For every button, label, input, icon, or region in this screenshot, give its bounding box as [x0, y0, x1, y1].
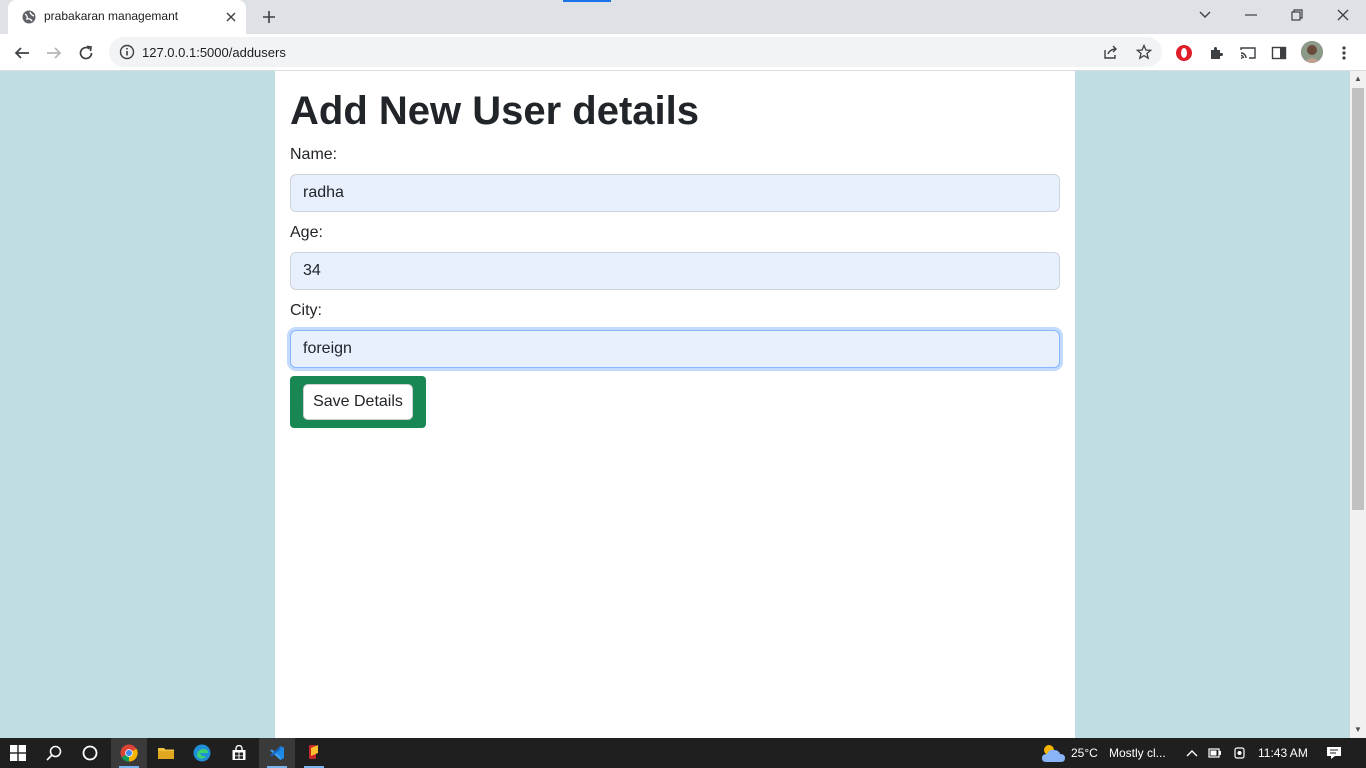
city-input[interactable]	[290, 330, 1060, 368]
weather-icon[interactable]	[1040, 742, 1066, 764]
vscode-icon[interactable]	[259, 738, 295, 768]
cortana-icon[interactable]	[72, 738, 108, 768]
page-title: Add New User details	[290, 89, 700, 133]
save-details-button[interactable]: Save Details	[303, 384, 413, 420]
save-button-wrapper: Save Details	[290, 376, 426, 428]
tab-strip: prabakaran managemant	[0, 0, 1366, 34]
browser-toolbar: 127.0.0.1:5000/addusers	[0, 34, 1366, 71]
search-icon[interactable]	[36, 738, 72, 768]
cast-icon[interactable]	[1234, 39, 1262, 67]
scroll-up-arrow-icon[interactable]: ▲	[1354, 75, 1362, 83]
notification-icon[interactable]	[1326, 745, 1342, 761]
chevron-up-icon[interactable]	[1184, 745, 1200, 761]
star-icon[interactable]	[1134, 42, 1154, 62]
age-input[interactable]	[290, 252, 1060, 290]
tab-search-chevron-icon[interactable]	[1182, 0, 1228, 30]
weather-description[interactable]: Mostly cl...	[1109, 746, 1166, 760]
address-url: 127.0.0.1:5000/addusers	[142, 45, 286, 60]
clock-time[interactable]: 11:43 AM	[1258, 746, 1308, 760]
scroll-thumb[interactable]	[1352, 88, 1364, 510]
browser-tab[interactable]: prabakaran managemant	[8, 0, 246, 34]
info-icon[interactable]	[119, 44, 135, 60]
tab-title: prabakaran managemant	[44, 9, 179, 23]
forward-arrow-icon[interactable]	[40, 39, 68, 67]
chrome-icon[interactable]	[111, 738, 147, 768]
reload-icon[interactable]	[72, 39, 100, 67]
name-input[interactable]	[290, 174, 1060, 212]
plus-icon[interactable]	[258, 6, 280, 28]
speaker-icon[interactable]	[1232, 745, 1248, 761]
side-panel-icon[interactable]	[1265, 39, 1293, 67]
page-viewport: Add New User details Name: Age: City: Sa…	[0, 71, 1350, 738]
extensions-icon[interactable]	[1202, 39, 1230, 67]
avatar[interactable]	[1301, 41, 1323, 63]
content-container: Add New User details Name: Age: City: Sa…	[275, 71, 1075, 738]
edge-icon[interactable]	[184, 738, 220, 768]
battery-network-icon[interactable]	[1208, 745, 1224, 761]
opera-icon[interactable]	[1170, 39, 1198, 67]
file-explorer-icon[interactable]	[148, 738, 184, 768]
globe-icon	[22, 10, 36, 24]
windows-taskbar: 25°C Mostly cl... 11:43 AM	[0, 738, 1366, 768]
restore-icon[interactable]	[1274, 0, 1320, 30]
windows-start-icon[interactable]	[0, 738, 36, 768]
minimize-icon[interactable]	[1228, 0, 1274, 30]
scroll-down-arrow-icon[interactable]: ▼	[1354, 726, 1362, 734]
app-icon[interactable]	[296, 738, 332, 768]
weather-temperature: 25°C	[1071, 746, 1098, 760]
menu-icon[interactable]	[1330, 39, 1358, 67]
window-close-icon[interactable]	[1320, 0, 1366, 30]
tab-loading-indicator	[563, 0, 611, 2]
close-icon[interactable]	[222, 8, 240, 26]
name-label: Name:	[290, 146, 338, 163]
store-icon[interactable]	[221, 738, 257, 768]
city-label: City:	[290, 302, 322, 319]
address-bar[interactable]: 127.0.0.1:5000/addusers	[109, 37, 1162, 67]
age-label: Age:	[290, 224, 323, 241]
page-scrollbar[interactable]: ▲ ▼	[1350, 71, 1366, 738]
share-icon[interactable]	[1101, 42, 1121, 62]
back-arrow-icon[interactable]	[8, 39, 36, 67]
